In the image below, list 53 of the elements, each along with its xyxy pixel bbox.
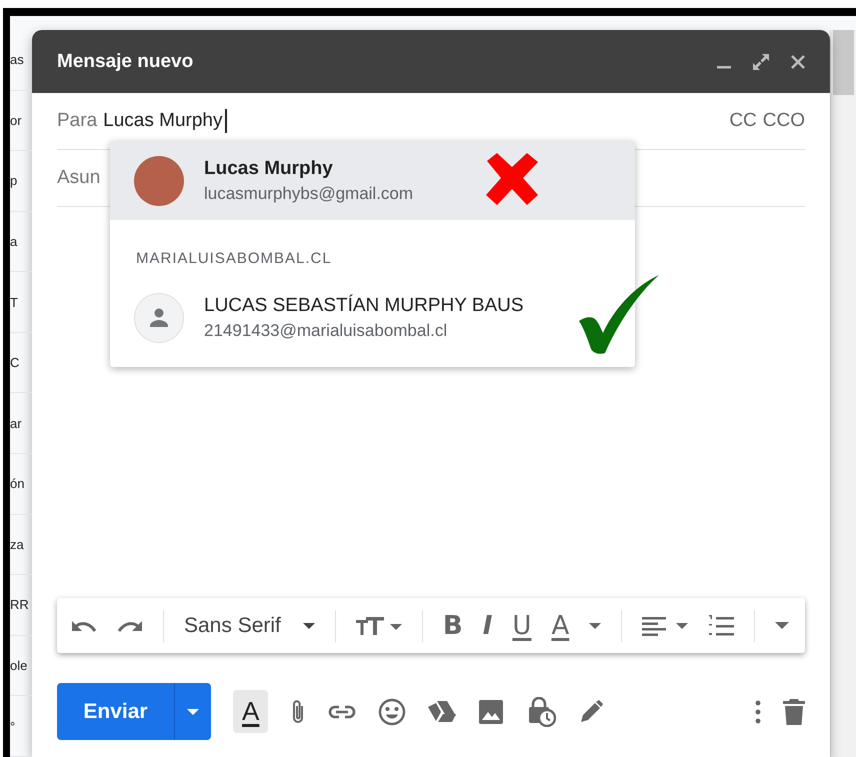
send-options-button[interactable] xyxy=(174,683,211,740)
pen-icon[interactable] xyxy=(578,698,604,724)
contact-email: lucasmurphybs@gmail.com xyxy=(204,184,414,204)
section-header: MARIALUISABOMBAL.CL xyxy=(136,250,332,267)
align-icon[interactable] xyxy=(642,614,688,636)
redo-icon[interactable] xyxy=(117,618,143,632)
lock-clock-icon[interactable] xyxy=(526,696,556,726)
list-item-fragment: a xyxy=(10,234,18,250)
contact-suggestion[interactable]: LUCAS SEBASTÍAN MURPHY BAUS 21491433@marialuisabombal.cl xyxy=(110,278,635,357)
underline-button[interactable]: U xyxy=(512,612,532,638)
window-title: Mensaje nuevo xyxy=(57,50,194,72)
list-item-fragment: ar xyxy=(10,416,22,431)
more-options-caret-icon[interactable] xyxy=(775,622,790,629)
caret-icon[interactable] xyxy=(589,622,602,628)
list-item-fragment: za xyxy=(10,536,24,552)
contact-name: Lucas Murphy xyxy=(204,158,334,180)
list-item-fragment: RR xyxy=(10,597,29,612)
expand-icon[interactable] xyxy=(752,52,770,70)
caret-icon[interactable] xyxy=(187,708,199,714)
formatting-options-button[interactable]: A xyxy=(233,690,268,733)
link-icon[interactable] xyxy=(328,704,356,718)
trash-icon[interactable] xyxy=(783,698,805,724)
caret-icon[interactable] xyxy=(302,622,315,628)
more-options-icon[interactable] xyxy=(755,700,761,724)
list-item-fragment: ón xyxy=(10,476,24,492)
list-item-fragment: ° xyxy=(10,718,16,734)
list-item-fragment: ole xyxy=(10,658,28,674)
contact-suggestion[interactable]: Lucas Murphy lucasmurphybs@gmail.com xyxy=(110,141,635,220)
contact-name: LUCAS SEBASTÍAN MURPHY BAUS xyxy=(204,294,524,316)
to-label: Para xyxy=(57,110,98,132)
numbered-list-icon[interactable] xyxy=(708,614,734,638)
image-icon[interactable] xyxy=(478,698,504,724)
emoji-icon[interactable] xyxy=(378,698,406,726)
font-dropdown[interactable]: Sans Serif xyxy=(184,614,315,638)
recipient-option-link[interactable]: CC xyxy=(729,110,757,132)
list-item-fragment: as xyxy=(10,52,24,68)
text-color-button[interactable]: A xyxy=(551,612,570,638)
undo-icon[interactable] xyxy=(71,618,97,632)
list-item-fragment: p xyxy=(10,173,18,188)
contact-email: 21491433@marialuisabombal.cl xyxy=(204,320,448,340)
list-item-fragment: T xyxy=(10,294,18,310)
text-cursor xyxy=(225,109,227,133)
recipient-option-link[interactable]: CCO xyxy=(762,110,805,132)
text-size-icon[interactable] xyxy=(356,614,402,636)
subject-field[interactable]: Asun xyxy=(57,167,100,189)
to-field[interactable]: Lucas Murphy xyxy=(103,110,222,132)
close-icon[interactable] xyxy=(790,54,806,70)
bold-button[interactable]: B xyxy=(442,612,463,638)
italic-button[interactable]: I xyxy=(482,612,492,638)
send-button[interactable]: Enviar xyxy=(57,683,174,740)
list-item-fragment: or xyxy=(10,112,22,128)
scrollbar-thumb[interactable] xyxy=(833,30,854,95)
list-item-fragment: C xyxy=(10,355,20,370)
